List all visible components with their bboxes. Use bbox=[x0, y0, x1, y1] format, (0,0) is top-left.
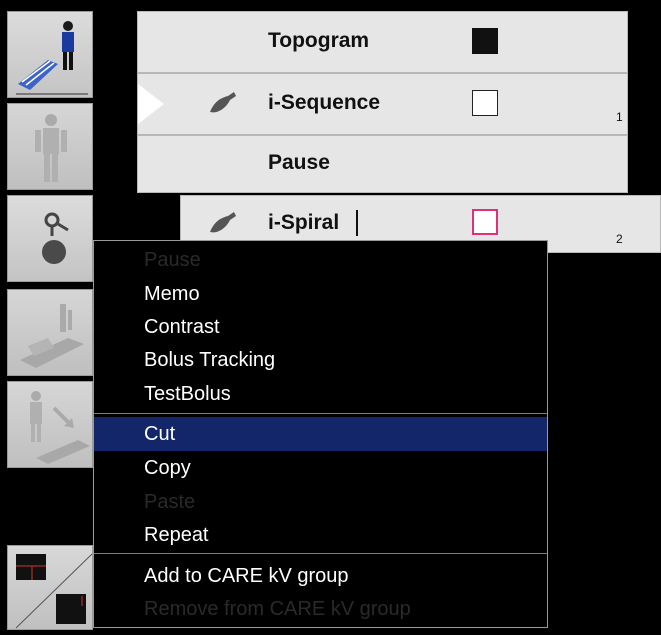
menu-item-pause: Pause bbox=[144, 249, 201, 271]
menu-item-remove-from-care-kv-group: Remove from CARE kV group bbox=[144, 598, 411, 620]
menu-item-testbolus[interactable]: TestBolus bbox=[94, 377, 547, 411]
scan-row-label: i-Spiral bbox=[268, 211, 340, 234]
text-cursor bbox=[356, 210, 358, 236]
scan-status-box[interactable] bbox=[472, 90, 498, 116]
split-view-button[interactable] bbox=[7, 545, 93, 630]
menu-item-add-to-care-kv-group[interactable]: Add to CARE kV group bbox=[94, 559, 547, 593]
ct-scan-icon bbox=[210, 92, 236, 113]
patient-body-icon bbox=[35, 114, 67, 182]
patient-move-button[interactable] bbox=[7, 381, 93, 468]
scan-row-label: Topogram bbox=[268, 29, 370, 52]
scan-status-box[interactable] bbox=[472, 28, 498, 54]
current-scan-marker-icon bbox=[138, 84, 164, 124]
context-menu: Pause Memo Contrast Bolus Tracking TestB… bbox=[93, 240, 548, 628]
scan-status-box[interactable] bbox=[472, 209, 498, 235]
scan-row-topogram[interactable]: Topogram bbox=[137, 11, 628, 73]
scan-row-pause[interactable]: Pause bbox=[137, 135, 628, 193]
contrast-button[interactable] bbox=[7, 195, 93, 282]
ct-scan-icon bbox=[210, 212, 236, 233]
split-view-icon bbox=[15, 553, 93, 629]
patient-on-table-button[interactable] bbox=[7, 11, 93, 98]
contrast-injection-icon bbox=[42, 212, 69, 264]
menu-item-repeat[interactable]: Repeat bbox=[94, 518, 547, 552]
patient-on-table-icon bbox=[16, 21, 88, 95]
ct-scan-workspace: Topogram i-Sequence 1 Pause i-Spiral 2 P… bbox=[0, 0, 661, 635]
menu-item-contrast[interactable]: Contrast bbox=[94, 310, 547, 344]
scan-row-number: 1 bbox=[616, 110, 623, 124]
patient-move-icon bbox=[30, 391, 90, 464]
menu-item-copy[interactable]: Copy bbox=[94, 451, 547, 485]
table-position-icon bbox=[20, 304, 84, 368]
menu-item-bolus-tracking[interactable]: Bolus Tracking bbox=[94, 343, 547, 377]
menu-separator bbox=[94, 413, 547, 414]
table-position-button[interactable] bbox=[7, 289, 93, 376]
scan-row-label: Pause bbox=[268, 151, 330, 174]
patient-body-button[interactable] bbox=[7, 103, 93, 190]
scan-row-label: i-Sequence bbox=[268, 91, 381, 114]
menu-item-memo[interactable]: Memo bbox=[94, 277, 547, 311]
menu-item-paste: Paste bbox=[144, 491, 196, 513]
scan-row-number: 2 bbox=[616, 232, 623, 246]
scan-row-i-sequence[interactable]: i-Sequence 1 bbox=[137, 73, 628, 135]
menu-separator bbox=[94, 553, 547, 554]
menu-item-cut[interactable]: Cut bbox=[94, 417, 547, 451]
